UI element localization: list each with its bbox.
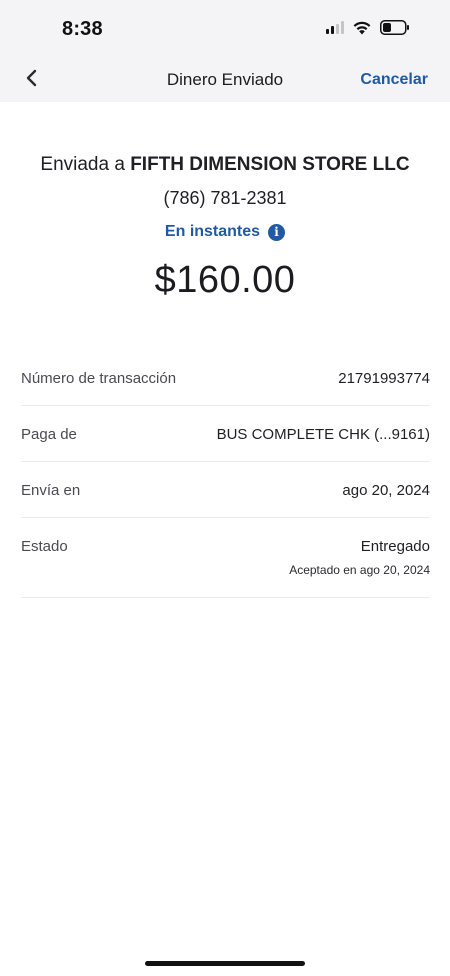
transaction-number-value: 21791993774 <box>338 370 430 387</box>
pay-from-value: BUS COMPLETE CHK (...9161) <box>216 426 430 443</box>
delivery-speed: En instantes i <box>164 223 286 241</box>
status-icons <box>326 20 410 35</box>
transaction-number-label: Número de transacción <box>21 370 177 387</box>
cancel-button[interactable]: Cancelar <box>360 71 428 89</box>
detail-row-status: Estado Entregado Aceptado en ago 20, 202… <box>21 518 430 598</box>
cellular-signal-icon <box>326 21 344 34</box>
recipient-line: Enviada a FIFTH DIMENSION STORE LLC <box>0 154 450 176</box>
transfer-summary: Enviada a FIFTH DIMENSION STORE LLC (786… <box>0 102 450 302</box>
detail-row-send-on: Envía en ago 20, 2024 <box>21 462 430 518</box>
status-block: Entregado Aceptado en ago 20, 2024 <box>289 538 430 577</box>
detail-row-pay-from: Paga de BUS COMPLETE CHK (...9161) <box>21 406 430 462</box>
status-label: Estado <box>21 538 68 555</box>
recipient-name: FIFTH DIMENSION STORE LLC <box>130 154 410 175</box>
pay-from-label: Paga de <box>21 426 77 443</box>
send-on-label: Envía en <box>21 482 81 499</box>
status-bar: 8:38 <box>0 0 450 52</box>
detail-row-transaction: Número de transacción 21791993774 <box>21 350 430 406</box>
home-indicator <box>145 961 305 966</box>
nav-bar: Dinero Enviado Cancelar <box>0 52 450 102</box>
wifi-icon <box>353 21 371 35</box>
delivery-speed-label: En instantes <box>164 223 261 240</box>
status-detail: Aceptado en ago 20, 2024 <box>289 563 430 577</box>
battery-icon <box>380 20 409 35</box>
amount: $160.00 <box>154 259 296 301</box>
status-value: Entregado <box>360 538 430 555</box>
recipient-phone: (786) 781-2381 <box>163 188 287 208</box>
info-icon[interactable]: i <box>268 223 286 241</box>
send-on-value: ago 20, 2024 <box>342 482 430 499</box>
sent-to-label: Enviada a <box>40 154 131 175</box>
transaction-details: Número de transacción 21791993774 Paga d… <box>0 350 450 598</box>
status-time: 8:38 <box>62 18 103 40</box>
